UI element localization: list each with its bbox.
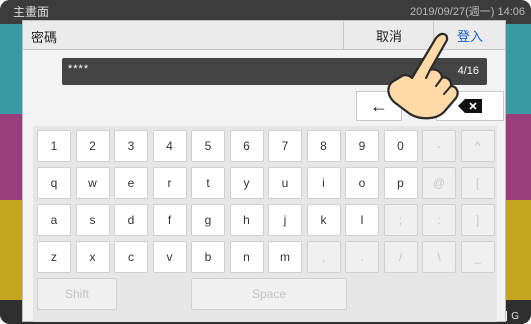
- key-d[interactable]: d: [114, 204, 148, 236]
- key-k[interactable]: k: [306, 204, 341, 236]
- key-symbol[interactable]: _: [460, 241, 495, 273]
- key-symbol[interactable]: ,: [306, 241, 341, 273]
- key-o[interactable]: o: [345, 167, 379, 199]
- key-symbol[interactable]: ^: [460, 130, 495, 162]
- key-6[interactable]: 6: [229, 130, 264, 162]
- key-y[interactable]: y: [229, 167, 264, 199]
- key-n[interactable]: n: [229, 241, 264, 273]
- key-5[interactable]: 5: [191, 130, 225, 162]
- key-z[interactable]: z: [37, 241, 71, 273]
- key-symbol[interactable]: @: [422, 167, 456, 199]
- key-4[interactable]: 4: [152, 130, 187, 162]
- key-m[interactable]: m: [268, 241, 302, 273]
- key-p[interactable]: p: [383, 167, 418, 199]
- toner-label: G: [511, 310, 519, 322]
- key-j[interactable]: j: [268, 204, 302, 236]
- virtual-keyboard: 1 2 3 4 5 6 7 8 9 0- ^ q w e r t y u i o p @[ a s d f g h j k l;:] z x c v…: [33, 126, 497, 322]
- key-b[interactable]: b: [191, 241, 225, 273]
- key-q[interactable]: q: [37, 167, 71, 199]
- key-symbol[interactable]: /: [383, 241, 418, 273]
- key-f[interactable]: f: [152, 204, 187, 236]
- key-symbol[interactable]: :: [422, 204, 456, 236]
- key-i[interactable]: i: [306, 167, 341, 199]
- key-w[interactable]: w: [75, 167, 110, 199]
- key-3[interactable]: 3: [114, 130, 148, 162]
- dialog-title: 密碼: [31, 30, 58, 45]
- key-x[interactable]: x: [75, 241, 110, 273]
- key-symbol[interactable]: [: [460, 167, 495, 199]
- key-9[interactable]: 9: [345, 130, 379, 162]
- key-8[interactable]: 8: [306, 130, 341, 162]
- key-s[interactable]: s: [75, 204, 110, 236]
- key-e[interactable]: e: [114, 167, 148, 199]
- key-v[interactable]: v: [152, 241, 187, 273]
- shift-key[interactable]: Shift: [37, 278, 117, 310]
- key-symbol[interactable]: ]: [460, 204, 495, 236]
- key-2[interactable]: 2: [75, 130, 110, 162]
- key-u[interactable]: u: [268, 167, 302, 199]
- key-symbol[interactable]: \: [422, 241, 456, 273]
- key-1[interactable]: 1: [37, 130, 71, 162]
- key-h[interactable]: h: [229, 204, 264, 236]
- key-0[interactable]: 0: [383, 130, 418, 162]
- key-symbol[interactable]: .: [345, 241, 379, 273]
- key-l[interactable]: l: [345, 204, 379, 236]
- password-value: ****: [68, 63, 90, 75]
- key-r[interactable]: r: [152, 167, 187, 199]
- key-g[interactable]: g: [191, 204, 225, 236]
- background-datetime: 2019/09/27(週一) 14:06: [410, 6, 525, 18]
- key-c[interactable]: c: [114, 241, 148, 273]
- background-title: 主畫面: [13, 5, 50, 19]
- key-t[interactable]: t: [191, 167, 225, 199]
- key-a[interactable]: a: [37, 204, 71, 236]
- space-key[interactable]: Space: [191, 278, 347, 310]
- key-7[interactable]: 7: [268, 130, 302, 162]
- key-symbol[interactable]: ;: [383, 204, 418, 236]
- key-symbol[interactable]: -: [422, 130, 456, 162]
- hand-pointer-icon: [387, 32, 459, 120]
